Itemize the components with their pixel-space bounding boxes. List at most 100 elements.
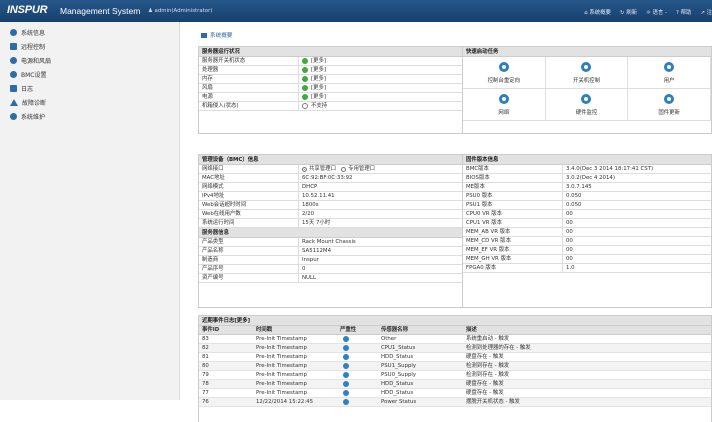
app-title: Management System: [60, 6, 141, 16]
event-timestamp: Pre-Init Timestamp: [256, 354, 307, 360]
status-label: 服务器开关机状态: [199, 57, 299, 65]
status-row: 电源 [更多]: [199, 93, 463, 102]
event-row: 81 Pre-Init Timestamp HDD_Status 硬盘存在 - 触发: [199, 353, 711, 362]
sidebar-item-system-info[interactable]: 系统信息: [0, 25, 179, 39]
nav-refresh[interactable]: ↻ 刷新: [620, 8, 637, 16]
bmc-row: Web在线用户数 2/20: [199, 210, 463, 219]
field-value: 00: [566, 238, 573, 244]
event-sensor: CPU1_Status: [381, 345, 416, 351]
status-row: 机箱侵入(状态) 不支持: [199, 102, 463, 111]
field-value: Inspur: [302, 257, 319, 263]
field-label: PSU0 版本: [463, 192, 563, 200]
bmc-row: MAC地址 6C:92:BF:0C:33:92: [199, 174, 463, 183]
current-user[interactable]: ♟ admin(Administrator): [148, 8, 212, 14]
sidebar-item-remote-control[interactable]: 远程控制: [0, 39, 179, 53]
column-header: 描述: [466, 327, 477, 333]
event-sensor: Other: [381, 336, 397, 342]
quick-task-1[interactable]: 开关机控制: [545, 57, 629, 89]
info-severity-icon: [343, 390, 349, 396]
status-value: [更多]: [299, 84, 463, 92]
firmware-row: MEM_EF VR 版本 00: [463, 246, 711, 255]
field-label: 资产编号: [199, 274, 299, 282]
server-info-row: 产品类型 Rack Mount Chassis: [199, 238, 463, 247]
quick-task-4[interactable]: 硬件监控: [545, 89, 629, 121]
more-link[interactable]: [更多]: [311, 57, 326, 65]
status-value: [更多]: [299, 66, 463, 74]
event-sensor: HDD_Status: [381, 390, 414, 396]
wrench-icon: [10, 112, 17, 120]
event-sensor: PSU1_Supply: [381, 363, 417, 369]
field-value: 6C:92:BF:0C:33:92: [302, 175, 353, 181]
field-label: MEM_GH VR 版本: [463, 255, 563, 263]
event-sensor: HDD_Status: [381, 381, 414, 387]
field-label: IPv4地址: [199, 192, 299, 200]
quick-task-0[interactable]: 控制台重定向: [463, 57, 546, 89]
network-port-row: 网络接口 共享管理口 专用管理口: [199, 165, 463, 174]
info-severity-icon: [343, 354, 349, 360]
field-value: Rack Mount Chassis: [302, 239, 356, 245]
firmware-row: MEM_AB VR 版本 00: [463, 228, 711, 237]
event-description: 硬盘存在 - 触发: [466, 381, 504, 387]
firmware-row: BMC版本 3.4.0(Dec 3 2014 18:17:41 CST): [463, 165, 711, 174]
more-link[interactable]: [更多]: [311, 93, 326, 101]
user-label: admin(Administrator): [154, 8, 213, 14]
task-icon: [498, 61, 509, 72]
info-severity-icon: [343, 372, 349, 378]
event-timestamp: Pre-Init Timestamp: [256, 336, 307, 342]
sidebar-item-log[interactable]: 日志: [0, 81, 179, 95]
sidebar-item-bmc-settings[interactable]: BMC设置: [0, 67, 179, 81]
field-value: 10.52.11.41: [302, 193, 335, 199]
nav-overview[interactable]: ⌂ 系统概要: [584, 8, 611, 16]
more-link[interactable]: [更多]: [311, 66, 326, 74]
status-value: [更多]: [299, 75, 463, 83]
ok-status-icon: [302, 58, 308, 64]
panel-title: 服务器运行状况: [199, 47, 463, 57]
field-label: FPGA0 版本: [463, 264, 563, 272]
field-label: CPU1 VR 版本: [463, 219, 563, 227]
task-icon: [664, 93, 675, 104]
more-link[interactable]: [更多]: [311, 75, 326, 83]
server-info-row: 制造商 Inspur: [199, 256, 463, 265]
nav-logout[interactable]: ↗ 注: [700, 8, 712, 16]
radio-dedicated[interactable]: [341, 166, 347, 172]
server-info-row: 资产编号 NULL: [199, 274, 463, 283]
sidebar-item-power-fan[interactable]: 电源和风扇: [0, 53, 179, 67]
settings-icon: [10, 70, 17, 78]
firmware-row: MEM_CD VR 版本 00: [463, 237, 711, 246]
info-severity-icon: [343, 363, 349, 369]
event-timestamp: Pre-Init Timestamp: [256, 381, 307, 387]
event-description: 检测到存在 - 触发: [466, 363, 510, 369]
quick-task-5[interactable]: 固件更新: [628, 89, 711, 121]
field-value: DHCP: [302, 184, 318, 190]
event-row: 76 12/22/2014 15:22:45 Power Status 摆脱开关机状态…: [199, 398, 711, 407]
breadcrumb: 系统概要: [201, 31, 232, 39]
event-timestamp: Pre-Init Timestamp: [256, 372, 307, 378]
field-value: 00: [566, 256, 573, 262]
field-label: 系统运行时间: [199, 219, 299, 227]
event-severity: [340, 380, 381, 388]
task-icon: [581, 93, 592, 104]
ok-status-icon: [302, 85, 308, 91]
field-label: 制造商: [199, 256, 299, 264]
status-row: 风扇 [更多]: [199, 84, 463, 93]
event-severity: [340, 344, 381, 352]
sidebar-item-diagnosis[interactable]: 故障诊断: [0, 95, 179, 109]
server-info-row: 产品名称 SA5112M4: [199, 247, 463, 256]
status-label: 内存: [199, 75, 299, 83]
radio-shared[interactable]: [302, 166, 307, 172]
event-table-header: 事件ID 时间戳 严重性 传感器名称 描述: [199, 326, 711, 335]
nav-language[interactable]: ⚛ 语言 -: [646, 8, 667, 16]
nav-help[interactable]: ? 帮助: [676, 8, 691, 16]
firmware-row: PSU1 版本 0.050: [463, 201, 711, 210]
panel-title: 管理设备（BMC）信息: [199, 155, 463, 165]
event-row: 83 Pre-Init Timestamp Other 系统重启动 - 触发: [199, 335, 711, 344]
status-text: 不支持: [311, 103, 328, 109]
field-value: 3.0.2(Dec 4 2014): [566, 175, 615, 181]
event-log-panel: 近期事件日志[更多] 事件ID 时间戳 严重性 传感器名称 描述 83 Pre-Init …: [198, 315, 712, 422]
quick-task-2[interactable]: 用户: [628, 57, 711, 89]
more-link[interactable]: [更多]: [311, 84, 326, 92]
field-value: 3.0.7.145: [566, 184, 592, 190]
quick-task-3[interactable]: 网络: [463, 89, 546, 121]
sidebar-item-maintenance[interactable]: 系统维护: [0, 109, 179, 123]
field-label: MAC地址: [199, 174, 299, 182]
